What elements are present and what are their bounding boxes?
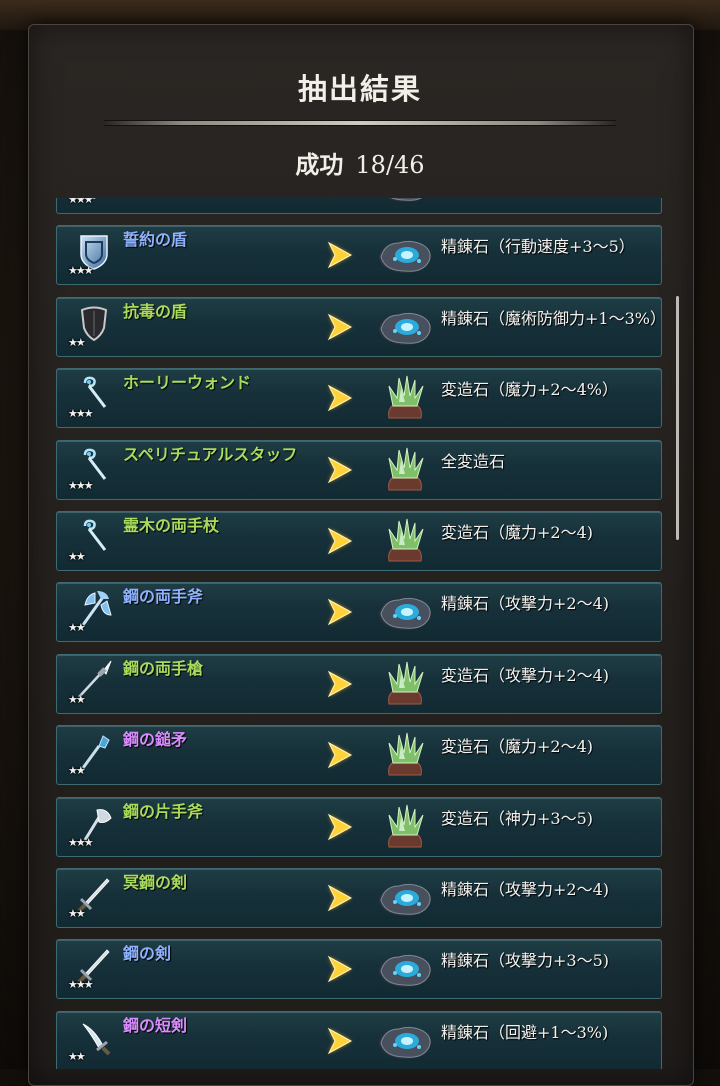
result-text: 変造石（魔力+2～4%） bbox=[441, 380, 618, 400]
result-text: 変造石（魔力+2～4) bbox=[441, 522, 594, 542]
arrow-right-icon bbox=[323, 454, 355, 486]
page-title: 抽出結果 bbox=[297, 72, 422, 106]
result-text: 精錬石（回避+1～3%) bbox=[441, 1022, 609, 1042]
rarity-stars: ★★ bbox=[68, 764, 86, 778]
transform-stone-icon bbox=[377, 731, 433, 779]
arrow-right-icon bbox=[323, 739, 355, 771]
result-text: 精錬石（行動速度+3～5） bbox=[441, 237, 635, 257]
refining-stone-icon bbox=[377, 303, 433, 351]
rarity-stars: ★★ bbox=[68, 1049, 86, 1063]
item-name: 鋼の両手斧 bbox=[123, 587, 204, 607]
rarity-stars: ★★★ bbox=[68, 198, 94, 206]
transform-stone-icon bbox=[377, 803, 433, 851]
result-list[interactable]: ★★★誓約の盾精錬石（防御力+2～4%）★★★誓約の盾精錬石（行動速度+3～5）… bbox=[56, 198, 664, 1069]
arrow-right-icon bbox=[323, 668, 355, 700]
rarity-stars: ★★★ bbox=[68, 835, 94, 849]
result-row[interactable]: ★★ 鋼の短剣 精錬石（回避+1～3%) bbox=[56, 1010, 662, 1069]
arrow-right-icon bbox=[323, 596, 355, 628]
result-row[interactable]: ★★ 鋼の両手斧 精錬石（攻撃力+2～4) bbox=[56, 582, 662, 643]
arrow-right-icon bbox=[323, 239, 355, 271]
result-text: 精錬石（攻撃力+3～5) bbox=[441, 951, 610, 971]
arrow-right-icon bbox=[323, 811, 355, 843]
item-name: 鋼の鎚矛 bbox=[123, 730, 188, 750]
transform-stone-icon bbox=[377, 446, 433, 494]
success-label: 成功 bbox=[295, 150, 344, 179]
refining-stone-icon bbox=[377, 874, 433, 922]
rarity-stars: ★★★ bbox=[68, 407, 94, 421]
item-name: 抗毒の盾 bbox=[123, 301, 188, 321]
result-text: 変造石（攻撃力+2～4) bbox=[441, 665, 610, 685]
result-row[interactable]: ★★ 鋼の両手槍 変造石（攻撃力+2～4) bbox=[56, 653, 662, 714]
arrow-right-icon bbox=[323, 382, 355, 414]
result-row[interactable]: ★★★ 鋼の剣 精錬石（攻撃力+3～5) bbox=[56, 939, 662, 1000]
result-row[interactable]: ★★★ ホーリーウォンド 変造石（魔力+2～4%） bbox=[56, 368, 662, 429]
rarity-stars: ★★ bbox=[68, 692, 86, 706]
result-row[interactable]: ★★★ 誓約の盾 精錬石（行動速度+3～5） bbox=[56, 225, 662, 286]
result-row[interactable]: ★★★ 鋼の片手斧 変造石（神力+3～5) bbox=[56, 796, 662, 857]
success-summary: 成功 18/46 bbox=[0, 145, 720, 180]
arrow-right-icon bbox=[323, 198, 355, 200]
item-name: 鋼の片手斧 bbox=[123, 801, 204, 821]
result-text: 精錬石（魔術防御力+1～3%） bbox=[441, 308, 664, 328]
rarity-stars: ★★ bbox=[68, 906, 86, 920]
result-row[interactable]: ★★★誓約の盾精錬石（防御力+2～4%） bbox=[56, 198, 662, 214]
item-name: 霊木の両手杖 bbox=[123, 515, 220, 535]
refining-stone-icon bbox=[377, 945, 433, 993]
rarity-stars: ★★★ bbox=[68, 978, 94, 992]
item-name: 鋼の剣 bbox=[123, 944, 172, 964]
item-name: 冥鋼の剣 bbox=[123, 872, 188, 892]
arrow-right-icon bbox=[323, 882, 355, 914]
arrow-right-icon bbox=[323, 1025, 355, 1057]
result-text: 精錬石（攻撃力+2～4) bbox=[441, 879, 610, 899]
item-name: スペリチュアルスタッフ bbox=[123, 444, 298, 464]
result-text: 変造石（魔力+2～4) bbox=[441, 737, 594, 757]
rarity-stars: ★★ bbox=[68, 549, 86, 563]
transform-stone-icon bbox=[377, 517, 433, 565]
result-row[interactable]: ★★ 霊木の両手杖 変造石（魔力+2～4) bbox=[56, 510, 662, 571]
refining-stone-icon bbox=[377, 588, 433, 636]
scrollbar[interactable] bbox=[676, 296, 679, 540]
refining-stone-icon bbox=[377, 1017, 433, 1065]
result-row[interactable]: ★★ 鋼の鎚矛 変造石（魔力+2～4) bbox=[56, 725, 662, 786]
transform-stone-icon bbox=[377, 660, 433, 708]
rarity-stars: ★★ bbox=[68, 621, 86, 635]
rarity-stars: ★★ bbox=[68, 335, 86, 349]
arrow-right-icon bbox=[323, 953, 355, 985]
success-count: 18/46 bbox=[355, 151, 425, 179]
transform-stone-icon bbox=[377, 374, 433, 422]
arrow-right-icon bbox=[323, 525, 355, 557]
rarity-stars: ★★★ bbox=[68, 478, 94, 492]
result-row[interactable]: ★★ 抗毒の盾 精錬石（魔術防御力+1～3%） bbox=[56, 296, 664, 357]
result-text: 全変造石 bbox=[441, 451, 506, 471]
item-name: 誓約の盾 bbox=[123, 230, 188, 250]
result-row[interactable]: ★★ 冥鋼の剣 精錬石（攻撃力+2～4) bbox=[56, 867, 662, 928]
rarity-stars: ★★★ bbox=[68, 264, 94, 278]
result-text: 変造石（神力+3～5) bbox=[441, 808, 594, 828]
result-text: 精錬石（攻撃力+2～4) bbox=[441, 594, 610, 614]
arrow-right-icon bbox=[323, 311, 355, 343]
item-name: ホーリーウォンド bbox=[123, 373, 252, 393]
refining-stone-icon bbox=[377, 198, 433, 208]
result-list-inner: ★★★誓約の盾精錬石（防御力+2～4%）★★★誓約の盾精錬石（行動速度+3～5）… bbox=[56, 198, 664, 1069]
item-name: 鋼の両手槍 bbox=[123, 658, 204, 678]
refining-stone-icon bbox=[377, 231, 433, 279]
title-divider bbox=[104, 120, 616, 126]
result-row[interactable]: ★★★ スペリチュアルスタッフ 全変造石 bbox=[56, 439, 662, 500]
item-name: 鋼の短剣 bbox=[123, 1015, 188, 1035]
